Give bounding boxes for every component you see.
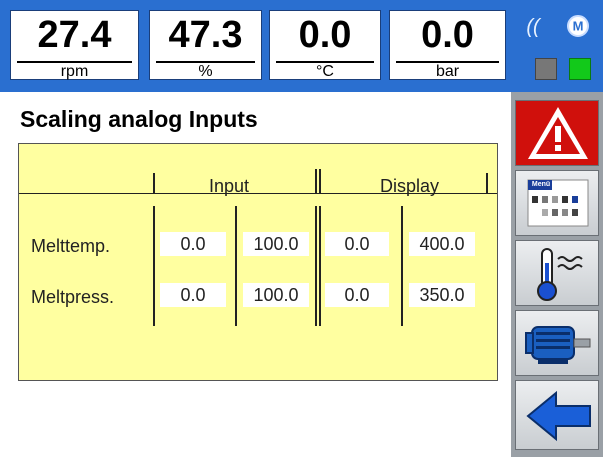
warning-triangle-icon <box>528 107 588 159</box>
column-divider <box>235 206 237 326</box>
column-divider <box>319 169 321 193</box>
signal-icon: (( <box>526 16 540 38</box>
row-label-meltpress: Meltpress. <box>31 287 115 307</box>
column-divider <box>153 206 155 326</box>
melttemp-input-max-field[interactable]: 100.0 <box>243 232 309 256</box>
alarm-button[interactable] <box>515 100 599 166</box>
column-divider <box>319 206 321 326</box>
column-divider <box>486 173 488 193</box>
melttemp-input-min-field[interactable]: 0.0 <box>160 232 226 256</box>
column-divider <box>315 169 317 193</box>
melttemp-display-max-field[interactable]: 400.0 <box>409 232 475 256</box>
gauge-unit: % <box>198 63 213 80</box>
gauge-pressure: 0.0 bar <box>389 10 506 80</box>
motor-icon <box>525 326 591 364</box>
page-title: Scaling analog Inputs <box>20 106 258 132</box>
motor-button[interactable] <box>515 310 599 376</box>
column-divider <box>401 206 403 326</box>
menu-button[interactable]: Menü <box>515 170 599 236</box>
gauge-speed: 27.4 rpm <box>10 10 139 80</box>
menu-icon <box>527 179 589 227</box>
menu-icon-label: Menü <box>531 181 551 188</box>
scaling-table-panel: Input Display Melttemp. 0.0 100.0 0.0 40… <box>18 143 498 381</box>
input-column-header: Input <box>209 176 250 196</box>
status-gray-indicator <box>535 58 557 80</box>
gauge-temperature: 0.0 °C <box>269 10 381 80</box>
gauge-value: 27.4 <box>37 14 112 56</box>
column-divider <box>153 173 155 193</box>
gauge-unit: rpm <box>60 63 89 80</box>
meltpress-input-max-field[interactable]: 100.0 <box>243 283 309 307</box>
display-column-header: Display <box>380 176 440 196</box>
row-label-melttemp: Melttemp. <box>31 236 111 256</box>
status-bar: 27.4 rpm 47.3 % 0.0 °C 0.0 bar (( M <box>0 0 603 92</box>
column-divider <box>315 206 317 326</box>
meltpress-display-max-field[interactable]: 350.0 <box>409 283 475 307</box>
thermometer-icon <box>537 248 583 301</box>
gauge-value: 47.3 <box>168 14 243 56</box>
meltpress-input-min-field[interactable]: 0.0 <box>160 283 226 307</box>
gauge-load: 47.3 % <box>149 10 262 80</box>
melttemp-display-min-field[interactable]: 0.0 <box>325 232 389 256</box>
temperature-button[interactable] <box>515 240 599 306</box>
meltpress-display-min-field[interactable]: 0.0 <box>325 283 389 307</box>
machine-mode-icon: M <box>567 15 589 37</box>
svg-text:M: M <box>573 19 584 34</box>
status-green-indicator <box>569 58 591 80</box>
gauge-unit: bar <box>435 63 460 80</box>
arrow-left-icon <box>526 390 591 442</box>
gauge-value: 0.0 <box>421 14 474 56</box>
gauge-value: 0.0 <box>298 14 352 56</box>
gauge-unit: °C <box>316 63 334 80</box>
back-button[interactable] <box>515 380 599 450</box>
